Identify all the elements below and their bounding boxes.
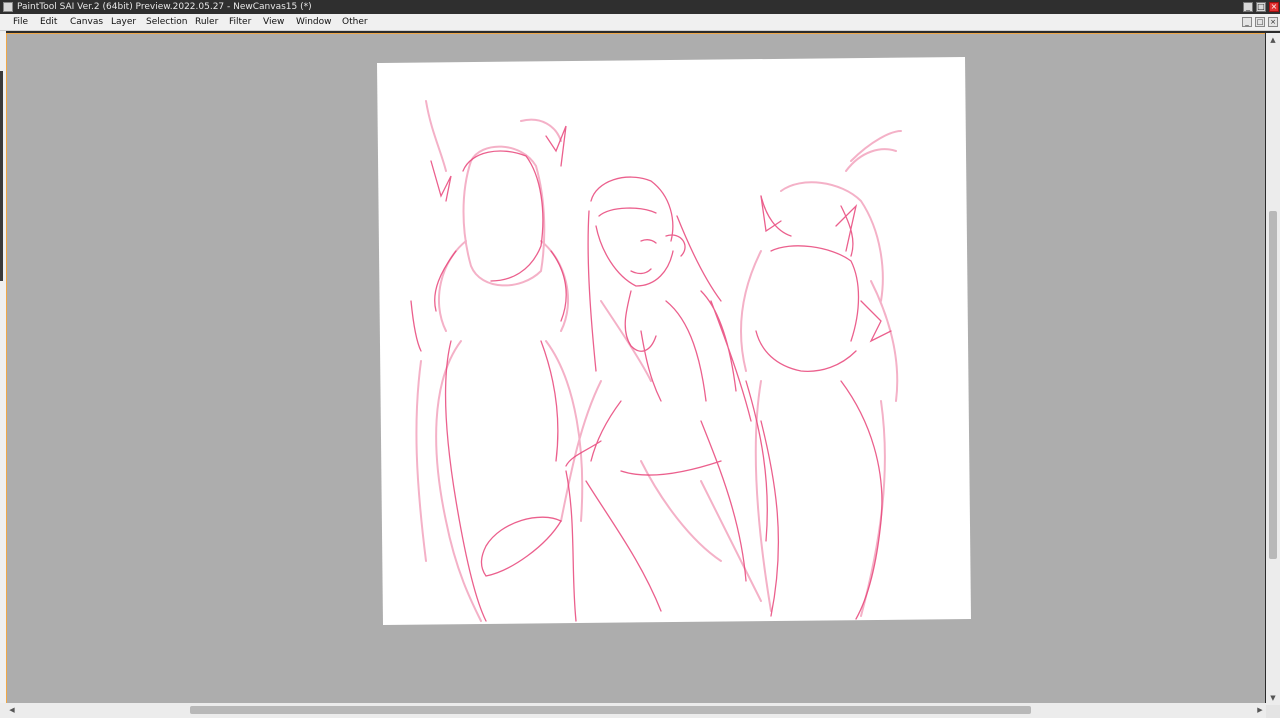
canvas-view[interactable] bbox=[7, 34, 1266, 704]
menu-view[interactable]: View bbox=[263, 16, 284, 28]
menu-filter[interactable]: Filter bbox=[229, 16, 251, 28]
menu-layer[interactable]: Layer bbox=[111, 16, 136, 28]
scroll-right-arrow[interactable]: ▶ bbox=[1256, 706, 1264, 714]
vertical-scroll-thumb[interactable] bbox=[1269, 211, 1277, 559]
panel-splitter[interactable] bbox=[0, 71, 3, 281]
scroll-down-arrow[interactable]: ▼ bbox=[1269, 694, 1277, 702]
title-bar: PaintTool SAI Ver.2 (64bit) Preview.2022… bbox=[0, 0, 1280, 14]
vertical-scrollbar[interactable]: ▲ ▼ bbox=[1266, 33, 1280, 705]
menu-bar: File Edit Canvas Layer Selection Ruler F… bbox=[0, 14, 1280, 31]
horizontal-scroll-thumb[interactable] bbox=[190, 706, 1031, 714]
scroll-left-arrow[interactable]: ◀ bbox=[8, 706, 16, 714]
close-button[interactable]: × bbox=[1269, 2, 1279, 12]
scroll-up-arrow[interactable]: ▲ bbox=[1269, 36, 1277, 44]
menu-edit[interactable]: Edit bbox=[40, 16, 57, 28]
scrollbar-corner bbox=[1266, 705, 1280, 718]
window-title: PaintTool SAI Ver.2 (64bit) Preview.2022… bbox=[17, 2, 312, 12]
menu-selection[interactable]: Selection bbox=[146, 16, 187, 28]
menu-window[interactable]: Window bbox=[296, 16, 332, 28]
canvas-workspace[interactable] bbox=[6, 33, 1265, 703]
menu-ruler[interactable]: Ruler bbox=[195, 16, 218, 28]
maximize-button[interactable]: □ bbox=[1256, 2, 1266, 12]
menu-other[interactable]: Other bbox=[342, 16, 368, 28]
doc-close-button[interactable]: × bbox=[1268, 17, 1278, 27]
doc-minimize-button[interactable]: _ bbox=[1242, 17, 1252, 27]
menu-file[interactable]: File bbox=[13, 16, 28, 28]
doc-restore-button[interactable]: □ bbox=[1255, 17, 1265, 27]
app-icon[interactable] bbox=[3, 2, 13, 12]
minimize-button[interactable]: _ bbox=[1243, 2, 1253, 12]
drawing-canvas bbox=[377, 57, 971, 625]
menu-canvas[interactable]: Canvas bbox=[70, 16, 103, 28]
horizontal-scrollbar[interactable]: ◀ ▶ bbox=[0, 703, 1266, 718]
